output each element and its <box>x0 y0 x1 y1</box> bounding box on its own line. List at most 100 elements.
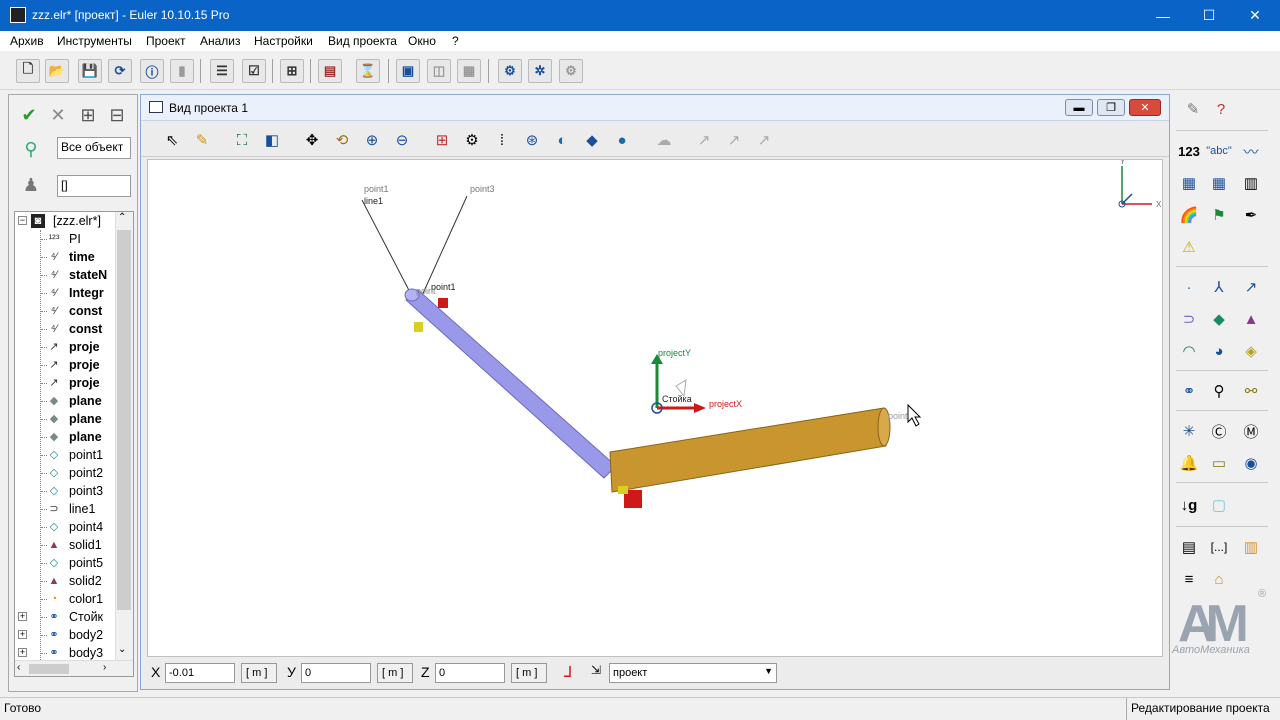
checklist-icon[interactable]: ☑ <box>242 59 266 83</box>
menu-project-view[interactable]: Вид проекта <box>328 34 397 48</box>
collapse-icon[interactable]: − <box>18 216 27 225</box>
flag-icon[interactable]: ⚑ <box>1206 202 1232 228</box>
menu-help[interactable]: ? <box>452 34 459 48</box>
horizontal-scrollbar[interactable]: ‹ › <box>15 660 133 676</box>
tree-item[interactable]: ◇ point1 <box>15 446 115 464</box>
scroll-right-icon[interactable]: › <box>103 662 106 673</box>
x-coordinate-field[interactable]: -0.01 <box>165 663 235 683</box>
cancel-icon[interactable]: ✕ <box>46 103 70 127</box>
function-graph-icon[interactable]: 〰 <box>1238 138 1264 164</box>
document-icon[interactable]: ▤ <box>1176 534 1202 560</box>
tree-item[interactable]: ⁴⁄ time <box>15 248 115 266</box>
menu-project[interactable]: Проект <box>146 34 186 48</box>
tree-item[interactable]: ◇ point2 <box>15 464 115 482</box>
save-icon[interactable]: 💾 <box>78 59 102 83</box>
expand-icon[interactable]: + <box>18 648 27 657</box>
mechanism-icon[interactable]: ✲ <box>528 59 552 83</box>
rainbow-icon[interactable]: 🌈 <box>1176 202 1202 228</box>
tree-item[interactable]: ◇ point3 <box>15 482 115 500</box>
check-icon[interactable]: ✔ <box>17 103 41 127</box>
tree-root[interactable]: − ◙ [zzz.elr*] <box>15 212 115 230</box>
tree-item[interactable]: ↗ proje <box>15 356 115 374</box>
all-links-icon[interactable]: ↗ <box>721 127 747 153</box>
refresh-icon[interactable]: ⟳ <box>108 59 132 83</box>
3d-canvas[interactable]: point1 line1 point3 point1 point project… <box>147 159 1163 657</box>
tree-item[interactable]: ◆ plane <box>15 392 115 410</box>
menu-tools[interactable]: Инструменты <box>57 34 132 48</box>
table-icon[interactable]: ▦ <box>1176 170 1202 196</box>
scroll-left-icon[interactable]: ‹ <box>17 662 20 673</box>
graph-window-icon[interactable]: ◫ <box>427 59 451 83</box>
solid-icon[interactable]: ▲ <box>1238 306 1264 332</box>
structure-icon[interactable]: ⚙ <box>559 59 583 83</box>
point-icon[interactable]: · <box>1176 274 1202 300</box>
gravity-icon[interactable]: ↓g <box>1176 492 1202 518</box>
from-links-icon[interactable]: ↗ <box>751 127 777 153</box>
fit-view-icon[interactable]: ⛶ <box>229 127 255 153</box>
box-view-icon[interactable]: ◧ <box>259 127 285 153</box>
assembly-icon[interactable]: ⚙ <box>498 59 522 83</box>
menu-window[interactable]: Окно <box>408 34 436 48</box>
select-arrow-icon[interactable]: ⇖ <box>159 127 185 153</box>
list-lines-icon[interactable]: ≡ <box>1176 566 1202 592</box>
scroll-thumb[interactable] <box>117 230 131 610</box>
z-coordinate-field[interactable]: 0 <box>435 663 505 683</box>
solid-view-icon[interactable]: ◆ <box>579 127 605 153</box>
bar-chart-icon[interactable]: ▥ <box>1238 170 1264 196</box>
tree-doc-icon[interactable]: ⊞ <box>280 59 304 83</box>
shapes-icon[interactable]: ⌂ <box>1206 566 1232 592</box>
expand-icon[interactable]: + <box>18 612 27 621</box>
tree-item[interactable]: ▲ solid1 <box>15 536 115 554</box>
maximize-button[interactable]: ☐ <box>1186 0 1232 31</box>
scroll-down-icon[interactable]: ⌄ <box>118 644 126 655</box>
selection-field[interactable]: [] <box>57 175 131 197</box>
tree-item[interactable]: ◆ plane <box>15 428 115 446</box>
chevron-down-icon[interactable]: ▼ <box>764 666 773 676</box>
tree-item[interactable]: ◆ plane <box>15 410 115 428</box>
link-arrow-icon[interactable]: ↗ <box>691 127 717 153</box>
menu-settings[interactable]: Настройки <box>254 34 313 48</box>
help-icon[interactable]: ? <box>1208 96 1234 122</box>
open-folder-icon[interactable]: 📂 <box>45 59 69 83</box>
motor-icon[interactable]: Ⓜ <box>1238 418 1264 444</box>
hourglass-icon[interactable]: ⌛ <box>356 59 380 83</box>
z-unit-button[interactable]: [ m ] <box>511 663 547 683</box>
matrix-icon[interactable]: ▦ <box>1206 170 1232 196</box>
bodies-icon[interactable]: ● <box>609 127 635 153</box>
number-icon[interactable]: 123 <box>1176 138 1202 164</box>
info-icon[interactable]: ⓘ <box>140 59 164 83</box>
force-icon[interactable]: ✳ <box>1176 418 1202 444</box>
list-icon[interactable]: ☰ <box>210 59 234 83</box>
grid-icon[interactable]: ⊞ <box>76 103 100 127</box>
expand-icon[interactable]: + <box>18 630 27 639</box>
constraint-icon[interactable]: ⚯ <box>1238 378 1264 404</box>
string-icon[interactable]: "abc" <box>1206 138 1232 164</box>
child-close-button[interactable]: ✕ <box>1129 99 1161 116</box>
view-window-icon[interactable]: ▣ <box>396 59 420 83</box>
y-unit-button[interactable]: [ m ] <box>377 663 413 683</box>
frame-axes-icon[interactable]: ⅃ <box>557 663 579 683</box>
report-icon[interactable]: ▤ <box>318 59 342 83</box>
new-file-icon[interactable]: 🗋 <box>16 59 40 83</box>
pipette-icon[interactable]: ✒ <box>1238 202 1264 228</box>
menu-archive[interactable]: Архив <box>10 34 44 48</box>
stop-icon[interactable]: ▮ <box>170 59 194 83</box>
joint-icon[interactable]: ⚲ <box>1206 378 1232 404</box>
person-icon[interactable]: ♟ <box>19 173 43 197</box>
x-unit-button[interactable]: [ m ] <box>241 663 277 683</box>
tree-item[interactable]: ⁴⁄ const <box>15 320 115 338</box>
grid-dots-icon[interactable]: ⁞ <box>489 127 515 153</box>
body-icon[interactable]: ⚭ <box>1176 378 1202 404</box>
curve-icon[interactable]: ⊃ <box>1176 306 1202 332</box>
zoom-out-icon[interactable]: ⊖ <box>389 127 415 153</box>
close-button[interactable]: ✕ <box>1232 0 1278 31</box>
object-filter-field[interactable]: Все объект <box>57 137 131 159</box>
tree-item[interactable]: ◔ color1 <box>15 590 115 608</box>
table-window-icon[interactable]: ▦ <box>457 59 481 83</box>
tree-item[interactable]: ⁴⁄ Integr <box>15 284 115 302</box>
tree-item[interactable]: ⁴⁄ stateN <box>15 266 115 284</box>
torque-icon[interactable]: Ⓒ <box>1206 418 1232 444</box>
arc-icon[interactable]: ◠ <box>1176 338 1202 364</box>
rotate-icon[interactable]: ⟲ <box>329 127 355 153</box>
project-tree[interactable]: − ◙ [zzz.elr*] ¹²³ PI ⁴⁄ time ⁴⁄ stateN ⁴⁄ Integr ⁴… <box>14 211 134 677</box>
